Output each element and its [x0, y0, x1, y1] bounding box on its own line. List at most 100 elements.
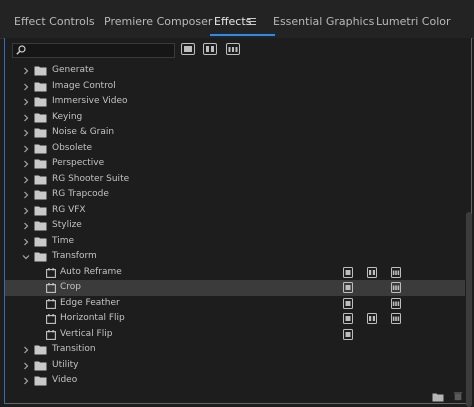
tab-effects[interactable]: Effects — [210, 0, 276, 38]
chevron-right-icon[interactable] — [22, 145, 30, 153]
chevron-down-icon[interactable] — [22, 253, 30, 261]
folder-label: Transition — [52, 344, 96, 354]
folder-label: Noise & Grain — [52, 127, 115, 137]
folder-label: Generate — [52, 65, 95, 75]
folder-row[interactable]: Stylize — [5, 218, 465, 234]
chevron-right-icon[interactable] — [22, 129, 30, 137]
tab-lumetri-color[interactable]: Lumetri Color — [376, 0, 451, 38]
tab-effects-label: Effects — [214, 15, 252, 28]
tab-essential-graphics[interactable]: Essential Graphics — [273, 0, 374, 38]
folder-row[interactable]: Utility — [5, 358, 465, 374]
effect-preset-icon — [46, 267, 56, 278]
accelerated-badge-icon — [343, 297, 353, 309]
folder-row[interactable]: Time — [5, 234, 465, 250]
folder-row[interactable]: Image Control — [5, 79, 465, 95]
32-bit-color-icon[interactable] — [203, 43, 217, 55]
32-bit-badge-icon — [367, 313, 377, 324]
folder-label: Immersive Video — [52, 96, 128, 106]
effect-label: Horizontal Flip — [60, 313, 125, 323]
folder-row[interactable]: RG Trapcode — [5, 187, 465, 203]
accelerated-badge-icon — [343, 282, 353, 293]
accelerated-badge-icon — [343, 328, 353, 340]
chevron-right-icon[interactable] — [22, 207, 30, 215]
effect-row[interactable]: Edge Feather — [5, 296, 465, 312]
folder-row[interactable]: Immersive Video — [5, 94, 465, 110]
folder-label: Transform — [52, 251, 97, 261]
folder-row[interactable]: Transition — [5, 342, 465, 358]
yuv-badge-icon — [391, 282, 401, 293]
accelerated-effects-icon[interactable] — [181, 43, 195, 55]
chevron-right-icon[interactable] — [22, 377, 30, 385]
folder-row[interactable]: Noise & Grain — [5, 125, 465, 141]
folder-icon — [34, 113, 47, 122]
effect-row[interactable]: Vertical Flip — [5, 327, 465, 343]
folder-row[interactable]: Keying — [5, 110, 465, 126]
folder-label: RG VFX — [52, 204, 86, 215]
tab-premiere-composer[interactable]: Premiere Composer — [104, 0, 212, 38]
effect-preset-icon — [46, 283, 56, 293]
chevron-right-icon[interactable] — [22, 160, 30, 168]
folder-row[interactable]: Video — [5, 373, 465, 389]
folder-row[interactable]: RG Shooter Suite — [5, 172, 465, 188]
yuv-badge-icon — [391, 266, 401, 278]
search-icon — [16, 45, 26, 55]
folder-icon — [34, 82, 47, 91]
effect-preset-icon — [46, 314, 56, 324]
yuv-badge-icon — [391, 313, 401, 324]
chevron-right-icon[interactable] — [22, 191, 30, 199]
folder-icon — [34, 252, 47, 262]
folder-icon — [34, 361, 47, 370]
panel-tab-bar: Effect Controls Premiere Composer Effect… — [0, 0, 474, 39]
search-field[interactable] — [12, 43, 175, 58]
folder-label: Video — [52, 375, 78, 385]
folder-icon — [34, 175, 47, 184]
effect-label: Vertical Flip — [60, 328, 113, 339]
folder-row[interactable]: Obsolete — [5, 141, 465, 157]
folder-label: Time — [52, 235, 75, 246]
scrollbar-thumb[interactable] — [466, 212, 472, 407]
folder-icon — [34, 66, 47, 76]
chevron-right-icon[interactable] — [22, 222, 30, 230]
delete-icon[interactable] — [452, 391, 464, 401]
accelerated-badge-icon — [343, 313, 353, 324]
chevron-right-icon[interactable] — [22, 98, 30, 106]
search-input[interactable] — [29, 44, 169, 57]
folder-row-expanded[interactable]: Transform — [5, 249, 465, 265]
folder-icon — [34, 221, 47, 231]
folder-label: Perspective — [52, 158, 105, 168]
chevron-right-icon[interactable] — [22, 83, 30, 91]
chevron-right-icon[interactable] — [22, 346, 30, 354]
folder-row[interactable]: RG VFX — [5, 203, 465, 219]
folder-row[interactable]: Generate — [5, 63, 465, 79]
folder-icon — [34, 237, 47, 246]
32-bit-badge-icon — [367, 266, 377, 278]
chevron-right-icon[interactable] — [22, 362, 30, 370]
chevron-right-icon[interactable] — [22, 238, 30, 246]
effect-label: Crop — [60, 282, 82, 292]
tab-effect-controls[interactable]: Effect Controls — [14, 0, 95, 38]
chevron-right-icon[interactable] — [22, 114, 30, 122]
chevron-right-icon[interactable] — [22, 176, 30, 184]
effect-row[interactable]: Crop — [5, 280, 465, 296]
yuv-badge-icon — [391, 297, 401, 309]
folder-label: RG Shooter Suite — [52, 173, 130, 184]
folder-label: Image Control — [52, 80, 116, 91]
chevron-right-icon[interactable] — [22, 67, 30, 75]
effect-row[interactable]: Horizontal Flip — [5, 311, 465, 327]
folder-icon — [34, 206, 47, 215]
folder-label: Stylize — [52, 220, 82, 230]
folder-label: Obsolete — [52, 142, 93, 153]
folder-icon — [34, 144, 47, 153]
folder-label: Utility — [52, 359, 79, 370]
vertical-scrollbar[interactable] — [466, 72, 472, 407]
active-tab-indicator — [210, 34, 276, 36]
folder-icon — [34, 190, 47, 200]
yuv-effects-icon[interactable] — [226, 43, 240, 55]
effect-row[interactable]: Auto Reframe — [5, 265, 465, 281]
folder-row[interactable]: Perspective — [5, 156, 465, 172]
accelerated-badge-icon — [343, 266, 353, 278]
folder-icon — [34, 97, 47, 107]
panel-menu-icon[interactable] — [247, 18, 256, 26]
folder-icon — [34, 128, 47, 138]
new-bin-icon[interactable] — [432, 392, 444, 402]
